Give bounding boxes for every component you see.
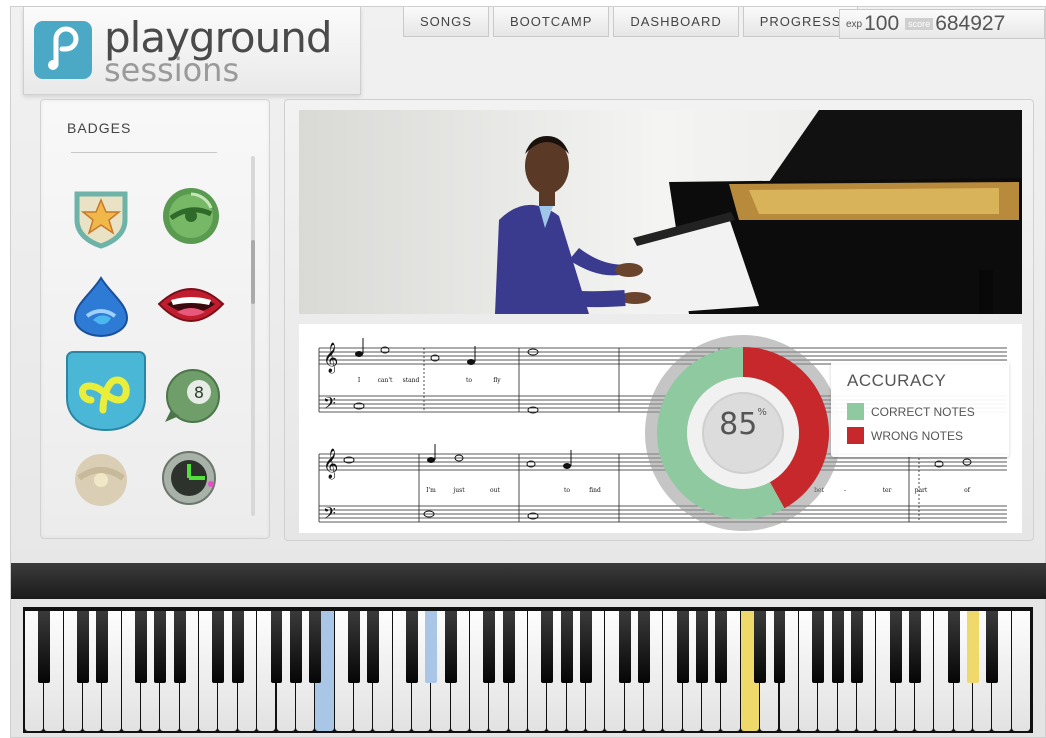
lyric-word: to	[466, 377, 472, 384]
piano-black-key[interactable]	[773, 611, 786, 683]
wrong-swatch	[847, 427, 864, 444]
playground-logo-badge-icon[interactable]	[65, 348, 146, 434]
piano-black-key[interactable]	[444, 611, 457, 683]
svg-text:𝄞: 𝄞	[323, 448, 338, 480]
score-label: score	[905, 18, 934, 30]
piano-black-key[interactable]	[947, 611, 960, 683]
top-nav: SONGS BOOTCAMP DASHBOARD PROGRESS	[403, 7, 862, 41]
piano-black-key[interactable]	[812, 611, 825, 683]
accuracy-title: ACCURACY	[847, 371, 947, 390]
piano-black-key[interactable]	[135, 611, 148, 683]
piano-black-key[interactable]	[754, 611, 767, 683]
lyric-word: I'm	[426, 487, 436, 494]
correct-swatch	[847, 403, 864, 420]
lyric-word: can't	[378, 377, 393, 384]
app-logo[interactable]: playground sessions	[23, 7, 361, 95]
piano-black-key[interactable]	[347, 611, 360, 683]
lyric-word: I	[358, 377, 361, 384]
piano-black-key[interactable]	[580, 611, 593, 683]
piano-black-key[interactable]	[831, 611, 844, 683]
piano-black-key[interactable]	[541, 611, 554, 683]
legend-correct: CORRECT NOTES	[847, 403, 975, 420]
accuracy-value: 85%	[703, 407, 783, 442]
piano-black-key[interactable]	[908, 611, 921, 683]
badges-scrollbar[interactable]	[251, 156, 255, 516]
piano-black-key[interactable]	[425, 611, 438, 683]
piano-black-key[interactable]	[889, 611, 902, 683]
badges-title: BADGES	[67, 120, 132, 136]
lyric-word: just	[452, 487, 465, 494]
piano-black-key[interactable]	[638, 611, 651, 683]
lyric-word: ter	[883, 487, 892, 494]
piano-black-key[interactable]	[270, 611, 283, 683]
piano-black-key[interactable]	[77, 611, 90, 683]
piano-black-key[interactable]	[560, 611, 573, 683]
exp-score-display: exp 100 score 684927	[839, 9, 1045, 39]
piano-black-key[interactable]	[405, 611, 418, 683]
eight-ball-badge-icon[interactable]: 8	[161, 364, 225, 428]
piano-black-key[interactable]	[850, 611, 863, 683]
score-value: 684927	[935, 12, 1006, 35]
piano-black-key[interactable]	[367, 611, 380, 683]
piano-black-key[interactable]	[173, 611, 186, 683]
app-window: playground sessions SONGS BOOTCAMP DASHB…	[10, 6, 1046, 738]
piano-black-key[interactable]	[212, 611, 225, 683]
piano-black-key[interactable]	[289, 611, 302, 683]
badges-panel: BADGES 8	[40, 99, 270, 539]
correct-notes-label: CORRECT NOTES	[871, 404, 975, 419]
piano-white-key[interactable]	[1011, 611, 1030, 731]
singing-mouth-badge-icon[interactable]	[157, 274, 225, 338]
lyric-word: fly	[493, 377, 501, 384]
piano-keyboard	[23, 607, 1033, 733]
piano-black-key[interactable]	[715, 611, 728, 683]
svg-text:8: 8	[194, 383, 204, 402]
star-shield-badge-icon[interactable]	[69, 186, 133, 250]
brand-name-line2: sessions	[104, 51, 240, 89]
lyric-word: to	[564, 487, 570, 494]
accuracy-number: 85	[719, 407, 758, 442]
piano-black-key[interactable]	[483, 611, 496, 683]
accuracy-legend: ACCURACY CORRECT NOTES WRONG NOTES	[831, 361, 1009, 457]
badges-divider	[71, 152, 217, 153]
piano-black-key[interactable]	[309, 611, 322, 683]
lyric-word: out	[490, 487, 500, 494]
record-swirl-badge-icon[interactable]	[159, 184, 223, 248]
lesson-video[interactable]	[299, 110, 1022, 314]
piano-black-key[interactable]	[676, 611, 689, 683]
piano-black-key[interactable]	[618, 611, 631, 683]
badges-scroll-thumb[interactable]	[251, 240, 255, 304]
piano-black-key[interactable]	[696, 611, 709, 683]
piano-black-key[interactable]	[154, 611, 167, 683]
exp-label: exp	[846, 18, 863, 30]
piano-black-key[interactable]	[986, 611, 999, 683]
nav-songs[interactable]: SONGS	[403, 7, 489, 37]
lyric-word: of	[964, 487, 971, 494]
svg-text:𝄢: 𝄢	[323, 393, 336, 417]
piano-keys	[25, 611, 1031, 731]
piano-black-key[interactable]	[96, 611, 109, 683]
faded-record-badge-icon[interactable]	[69, 448, 133, 512]
keyboard-topbar	[11, 563, 1046, 599]
piano-black-key[interactable]	[966, 611, 979, 683]
water-drop-badge-icon[interactable]	[69, 274, 133, 338]
lyric-word: -	[844, 487, 846, 494]
legend-wrong: WRONG NOTES	[847, 427, 963, 444]
piano-black-key[interactable]	[231, 611, 244, 683]
piano-black-key[interactable]	[502, 611, 515, 683]
lyric-word: part	[915, 487, 928, 494]
svg-text:𝄢: 𝄢	[323, 503, 336, 527]
piano-black-key[interactable]	[38, 611, 51, 683]
exp-value: 100	[864, 12, 900, 35]
svg-text:𝄞: 𝄞	[323, 342, 338, 374]
wrong-notes-label: WRONG NOTES	[871, 428, 963, 443]
nav-bootcamp[interactable]: BOOTCAMP	[492, 7, 610, 37]
metronome-clock-badge-icon[interactable]	[159, 446, 223, 510]
lyric-word: stand	[403, 377, 420, 384]
nav-dashboard[interactable]: DASHBOARD	[613, 7, 739, 37]
playground-logo-icon	[34, 21, 92, 79]
accuracy-unit: %	[757, 407, 767, 418]
lyric-word: find	[589, 487, 601, 494]
